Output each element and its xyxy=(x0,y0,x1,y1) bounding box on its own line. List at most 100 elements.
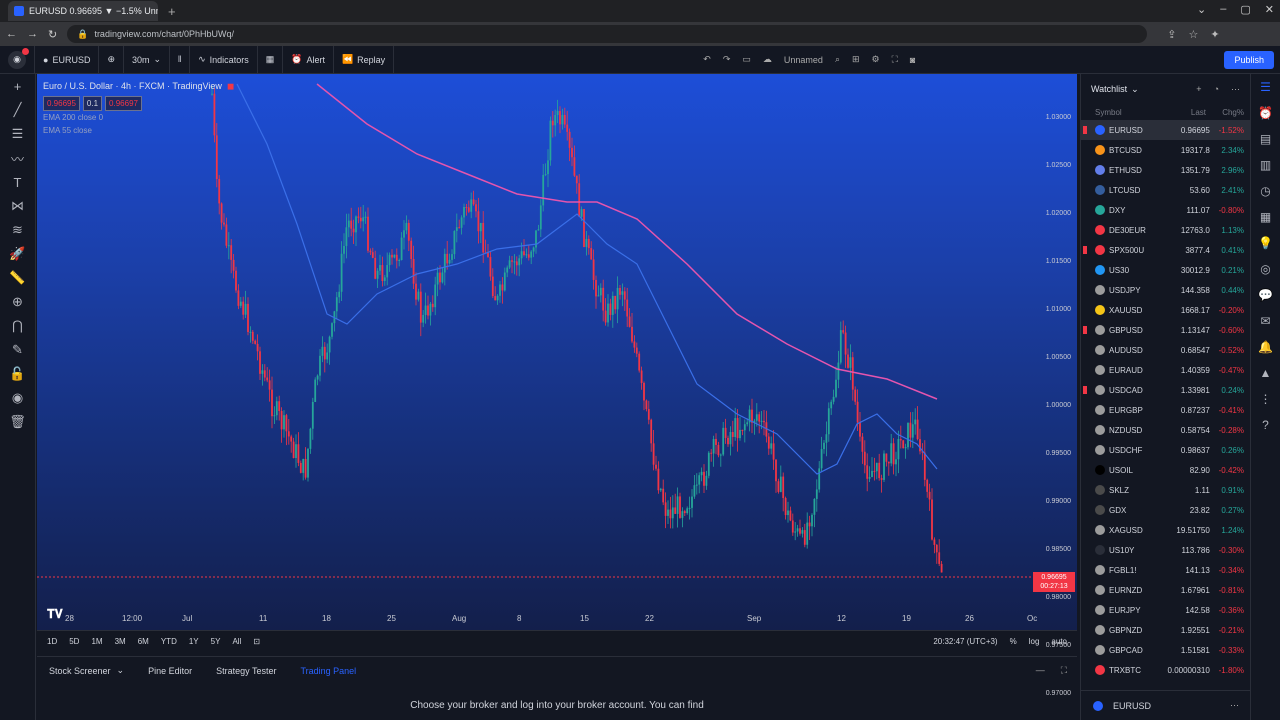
candlestick-chart-canvas[interactable] xyxy=(37,74,1037,610)
advanced-view-icon[interactable]: ◔ xyxy=(1214,84,1219,95)
trash-icon[interactable]: 🗑 xyxy=(0,410,36,434)
alerts-icon[interactable]: ⏰ xyxy=(1258,100,1273,126)
close-window-icon[interactable]: ✕ xyxy=(1265,3,1274,16)
time-axis[interactable]: 28 12:00 Jul 11 18 25 Aug 8 15 22 Sep 12 19 26 Oc xyxy=(37,610,1077,628)
price-axis[interactable]: 1.03000 1.02500 1.02000 1.01500 1.01000 1.005… xyxy=(1037,74,1077,697)
replay-button[interactable]: ⏪ Replay xyxy=(334,45,395,74)
add-symbol-icon[interactable]: + xyxy=(1196,84,1201,95)
minimize-icon[interactable]: – xyxy=(1220,3,1226,16)
goto-date-icon[interactable]: ⊡ xyxy=(253,637,260,646)
watchlist-row-gbpcad[interactable]: GBPCAD 1.51581 -0.33% xyxy=(1081,640,1250,660)
hotlists-icon[interactable]: ▥ xyxy=(1260,152,1271,178)
watchlist-row-gdx[interactable]: GDX 23.82 0.27% xyxy=(1081,500,1250,520)
watchlist-row-gbpnzd[interactable]: GBPNZD 1.92551 -0.21% xyxy=(1081,620,1250,640)
watchlist-row-eurgbp[interactable]: EURGBP 0.87237 -0.41% xyxy=(1081,400,1250,420)
tab-pine-editor[interactable]: Pine Editor xyxy=(136,657,204,685)
templates-button[interactable]: ▦ xyxy=(258,45,284,74)
layout-icon[interactable]: ▭ xyxy=(742,54,751,65)
watchlist-row-us30[interactable]: US30 30012.9 0.21% xyxy=(1081,260,1250,280)
text-icon[interactable]: T xyxy=(0,170,36,194)
url-field[interactable]: 🔒 tradingview.com/chart/0PhHbUWq/ xyxy=(67,25,1148,43)
tab-stock-screener[interactable]: Stock Screener ⌄ xyxy=(37,657,136,685)
camera-icon[interactable]: ◙ xyxy=(910,55,915,65)
range-5d[interactable]: 5D xyxy=(69,637,79,646)
order-panel-icon[interactable]: ▲ xyxy=(1260,360,1272,386)
magnet-icon[interactable]: ⋂ xyxy=(0,314,36,338)
watchlist-row-trxbtc[interactable]: TRXBTC 0.00000310 -1.80% xyxy=(1081,660,1250,680)
watchlist-row-us10y[interactable]: US10Y 113.786 -0.30% xyxy=(1081,540,1250,560)
trend-line-icon[interactable]: ╱ xyxy=(0,98,36,122)
alert-button[interactable]: ⏰ Alert xyxy=(283,45,334,74)
watchlist-row-eurusd[interactable]: EURUSD 0.96695 -1.52% xyxy=(1081,120,1250,140)
footer-symbol[interactable]: EURUSD xyxy=(1113,701,1151,711)
tab-strategy-tester[interactable]: Strategy Tester xyxy=(204,657,288,685)
watchlist-row-xauusd[interactable]: XAUUSD 1668.17 -0.20% xyxy=(1081,300,1250,320)
path-icon[interactable]: 〰 xyxy=(0,146,36,170)
watchlist-row-usdjpy[interactable]: USDJPY 144.358 0.44% xyxy=(1081,280,1250,300)
dom-icon[interactable]: ⋮ xyxy=(1260,386,1272,412)
search-icon[interactable]: ⌕ xyxy=(835,54,840,65)
zoom-icon[interactable]: ⊕ xyxy=(0,290,36,314)
compare-button[interactable]: ⊕ xyxy=(99,45,124,74)
chevron-down-icon[interactable]: ⌄ xyxy=(1197,3,1206,16)
range-ytd[interactable]: YTD xyxy=(161,637,177,646)
range-6m[interactable]: 6M xyxy=(138,637,149,646)
watchlist-row-ltcusd[interactable]: LTCUSD 53.60 2.41% xyxy=(1081,180,1250,200)
minimize-panel-icon[interactable]: — xyxy=(1036,665,1045,676)
watchlist-row-sklz[interactable]: SKLZ 1.11 0.91% xyxy=(1081,480,1250,500)
watchlist-row-eurjpy[interactable]: EURJPY 142.58 -0.36% xyxy=(1081,600,1250,620)
more-icon[interactable]: ⋯ xyxy=(1230,700,1239,711)
calendar-icon[interactable]: ◷ xyxy=(1260,178,1270,204)
maximize-panel-icon[interactable]: ⛶ xyxy=(1061,665,1067,676)
interval-button[interactable]: 30m ⌄ xyxy=(124,45,171,74)
watchlist-row-euraud[interactable]: EURAUD 1.40359 -0.47% xyxy=(1081,360,1250,380)
col-symbol[interactable]: Symbol xyxy=(1095,108,1122,117)
gear-icon[interactable]: ⚙ xyxy=(872,54,880,65)
watchlist-icon[interactable]: ☰ xyxy=(1260,74,1271,100)
news-icon[interactable]: ▦ xyxy=(1260,204,1271,230)
more-icon[interactable]: ⋯ xyxy=(1231,84,1240,95)
private-chats-icon[interactable]: ✉ xyxy=(1260,308,1270,334)
watchlist-row-nzdusd[interactable]: NZDUSD 0.58754 -0.28% xyxy=(1081,420,1250,440)
redo-icon[interactable]: ↷ xyxy=(723,54,731,65)
star-icon[interactable]: ☆ xyxy=(1188,28,1198,41)
lock-icon[interactable]: 🔓 xyxy=(0,362,36,386)
ema-55-legend[interactable]: EMA 55 close xyxy=(43,124,234,137)
forward-icon[interactable]: → xyxy=(27,28,38,40)
ideas-icon[interactable]: 💡 xyxy=(1258,230,1273,256)
back-icon[interactable]: ← xyxy=(6,28,17,40)
crosshair-icon[interactable]: + xyxy=(0,74,36,98)
ask-price[interactable]: 0.96697 xyxy=(105,96,142,111)
watchlist-row-de30eur[interactable]: DE30EUR 12763.0 1.13% xyxy=(1081,220,1250,240)
data-window-icon[interactable]: ▤ xyxy=(1260,126,1271,152)
watchlist-row-ethusd[interactable]: ETHUSD 1351.79 2.96% xyxy=(1081,160,1250,180)
chart-type-button[interactable]: 𝍪 xyxy=(170,45,191,74)
maximize-icon[interactable]: ▢ xyxy=(1240,3,1250,16)
symbol-search-button[interactable]: ● EURUSD xyxy=(35,45,100,74)
watchlist-row-xagusd[interactable]: XAGUSD 19.51750 1.24% xyxy=(1081,520,1250,540)
rocket-icon[interactable]: 🚀 xyxy=(0,242,36,266)
col-last[interactable]: Last xyxy=(1166,108,1206,117)
tab-trading-panel[interactable]: Trading Panel xyxy=(288,657,368,685)
bid-price[interactable]: 0.96695 xyxy=(43,96,80,111)
log-toggle[interactable]: log xyxy=(1029,637,1040,646)
percent-toggle[interactable]: % xyxy=(1010,637,1017,646)
indicators-button[interactable]: ∿ Indicators xyxy=(190,45,258,74)
reload-icon[interactable]: ↻ xyxy=(48,28,57,41)
watchlist-title[interactable]: Watchlist xyxy=(1091,84,1127,94)
fullscreen-icon[interactable]: ⛶ xyxy=(892,54,898,65)
watchlist-row-usoil[interactable]: USOIL 82.90 -0.42% xyxy=(1081,460,1250,480)
watchlist-row-fgbl1[interactable]: FGBL1! 141.13 -0.34% xyxy=(1081,560,1250,580)
eye-icon[interactable]: ◉ xyxy=(0,386,36,410)
quick-search-icon[interactable]: ⊞ xyxy=(852,54,860,65)
range-1d[interactable]: 1D xyxy=(47,637,57,646)
auto-toggle[interactable]: auto xyxy=(1051,637,1067,646)
streams-icon[interactable]: ◎ xyxy=(1260,256,1270,282)
share-icon[interactable]: ⇪ xyxy=(1167,28,1176,41)
chats-icon[interactable]: 💬 xyxy=(1258,282,1273,308)
price-chart[interactable]: Euro / U.S. Dollar · 4h · FXCM · Trading… xyxy=(37,74,1077,630)
notifications-icon[interactable]: 🔔 xyxy=(1258,334,1273,360)
col-chg[interactable]: Chg% xyxy=(1206,108,1244,117)
browser-tab[interactable]: EURUSD 0.96695 ▼ −1.5% Unnam ✕ xyxy=(8,1,158,21)
symbol-title[interactable]: Euro / U.S. Dollar · 4h · FXCM · Trading… xyxy=(43,80,222,93)
